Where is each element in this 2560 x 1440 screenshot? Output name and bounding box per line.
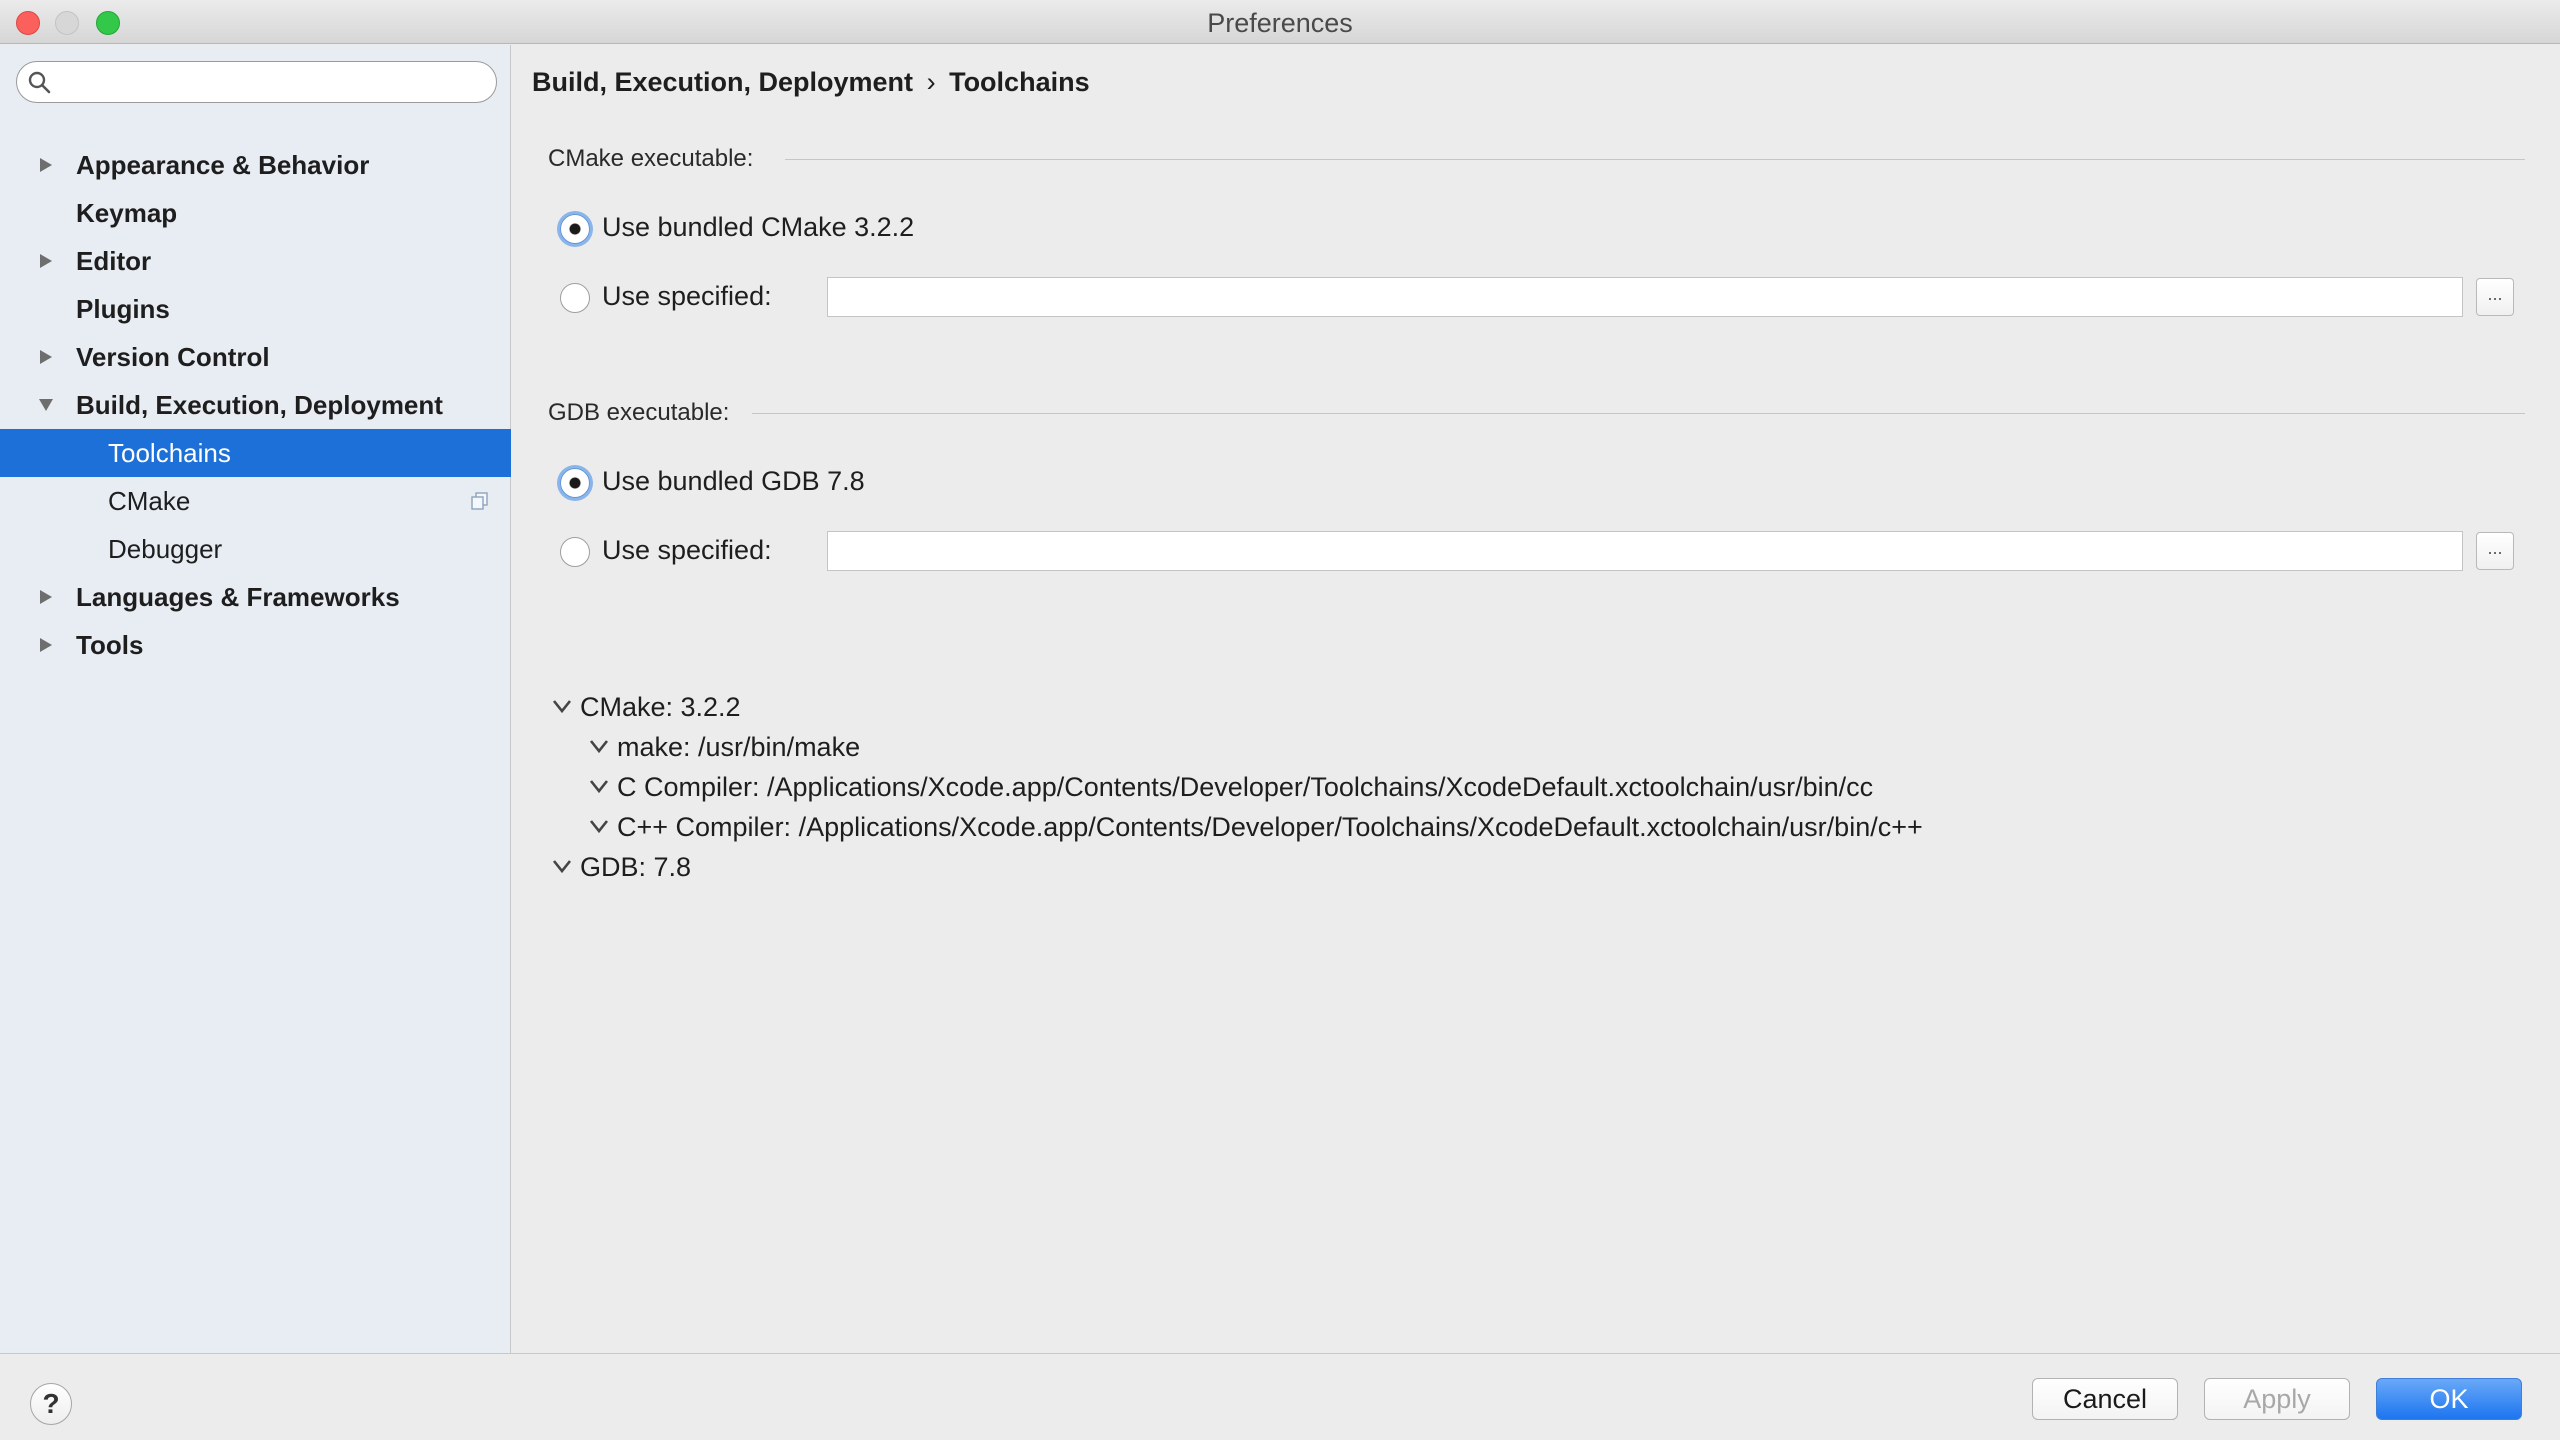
settings-sidebar: Appearance & Behavior Keymap Editor Plug… bbox=[0, 45, 511, 1353]
check-icon bbox=[589, 740, 609, 754]
expand-arrow-icon[interactable] bbox=[38, 637, 54, 653]
cmake-path-input[interactable] bbox=[827, 277, 2463, 317]
sidebar-item-label: Build, Execution, Deployment bbox=[76, 390, 443, 420]
collapse-arrow-icon[interactable] bbox=[38, 397, 54, 413]
expand-arrow-icon[interactable] bbox=[38, 589, 54, 605]
check-icon bbox=[589, 780, 609, 794]
sidebar-item-label: Tools bbox=[76, 630, 144, 660]
search-icon bbox=[28, 71, 51, 94]
search-field[interactable] bbox=[16, 61, 497, 103]
sidebar-item-plugins[interactable]: Plugins bbox=[0, 285, 511, 333]
help-button[interactable]: ? bbox=[30, 1383, 72, 1425]
sidebar-item-build-execution-deployment[interactable]: Build, Execution, Deployment bbox=[0, 381, 511, 429]
section-divider bbox=[785, 159, 2525, 160]
sidebar-item-version-control[interactable]: Version Control bbox=[0, 333, 511, 381]
sidebar-item-label: Plugins bbox=[76, 294, 170, 324]
sidebar-item-label: Keymap bbox=[76, 198, 178, 228]
check-icon bbox=[552, 700, 572, 714]
sidebar-item-debugger[interactable]: Debugger bbox=[0, 525, 511, 573]
gdb-bundled-radio[interactable] bbox=[560, 468, 590, 498]
sidebar-item-toolchains[interactable]: Toolchains bbox=[0, 429, 511, 477]
expand-arrow-icon[interactable] bbox=[38, 253, 54, 269]
gdb-browse-button[interactable]: ... bbox=[2476, 532, 2514, 570]
tree-node-label: C++ Compiler: /Applications/Xcode.app/Co… bbox=[617, 812, 1923, 842]
sidebar-item-label: Appearance & Behavior bbox=[76, 150, 370, 180]
cmake-specified-label: Use specified: bbox=[602, 281, 772, 311]
sidebar-item-label: CMake bbox=[108, 486, 191, 516]
sidebar-item-label: Toolchains bbox=[108, 438, 231, 468]
sidebar-item-label: Debugger bbox=[108, 534, 223, 564]
tree-node-label: CMake: 3.2.2 bbox=[580, 692, 741, 722]
sidebar-item-cmake[interactable]: CMake bbox=[0, 477, 511, 525]
cmake-bundled-label: Use bundled CMake 3.2.2 bbox=[602, 212, 915, 242]
title-bar: Preferences bbox=[0, 0, 2560, 44]
copy-icon bbox=[471, 492, 488, 510]
breadcrumb-current: Toolchains bbox=[949, 67, 1090, 97]
ok-button[interactable]: OK bbox=[2376, 1378, 2522, 1420]
cmake-bundled-radio[interactable] bbox=[560, 214, 590, 244]
breadcrumb: Build, Execution, Deployment › Toolchain… bbox=[532, 67, 1090, 98]
cmake-section-label: CMake executable: bbox=[548, 145, 754, 172]
cmake-browse-button[interactable]: ... bbox=[2476, 278, 2514, 316]
gdb-specified-label: Use specified: bbox=[602, 535, 772, 565]
apply-button[interactable]: Apply bbox=[2204, 1378, 2350, 1420]
gdb-bundled-label: Use bundled GDB 7.8 bbox=[602, 466, 865, 496]
sidebar-item-languages-frameworks[interactable]: Languages & Frameworks bbox=[0, 573, 511, 621]
check-icon bbox=[552, 860, 572, 874]
sidebar-item-editor[interactable]: Editor bbox=[0, 237, 511, 285]
sidebar-item-label: Version Control bbox=[76, 342, 270, 372]
toolchains-panel: Build, Execution, Deployment › Toolchain… bbox=[512, 45, 2560, 1353]
section-divider bbox=[752, 413, 2525, 414]
sidebar-item-appearance-behavior[interactable]: Appearance & Behavior bbox=[0, 141, 511, 189]
sidebar-item-label: Editor bbox=[76, 246, 152, 276]
sidebar-item-label: Languages & Frameworks bbox=[76, 582, 400, 612]
cmake-specified-radio[interactable] bbox=[560, 283, 590, 313]
sidebar-item-keymap[interactable]: Keymap bbox=[0, 189, 511, 237]
window-title: Preferences bbox=[1207, 8, 1353, 38]
tree-node-label: C Compiler: /Applications/Xcode.app/Cont… bbox=[617, 772, 1874, 802]
breadcrumb-separator: › bbox=[926, 67, 936, 97]
check-icon bbox=[589, 820, 609, 834]
tree-node-label: make: /usr/bin/make bbox=[617, 732, 861, 762]
gdb-path-input[interactable] bbox=[827, 531, 2463, 571]
expand-arrow-icon[interactable] bbox=[38, 157, 54, 173]
preferences-window: Preferences Appearance & Behavior Keymap… bbox=[0, 0, 2560, 1440]
sidebar-item-tools[interactable]: Tools bbox=[0, 621, 511, 669]
gdb-specified-radio[interactable] bbox=[560, 537, 590, 567]
cancel-button[interactable]: Cancel bbox=[2032, 1378, 2178, 1420]
gdb-section-label: GDB executable: bbox=[548, 399, 730, 426]
breadcrumb-parent: Build, Execution, Deployment bbox=[532, 67, 914, 97]
expand-arrow-icon[interactable] bbox=[38, 349, 54, 365]
dialog-footer: ? Cancel Apply OK bbox=[0, 1353, 2560, 1440]
tree-node-label: GDB: 7.8 bbox=[580, 852, 692, 882]
